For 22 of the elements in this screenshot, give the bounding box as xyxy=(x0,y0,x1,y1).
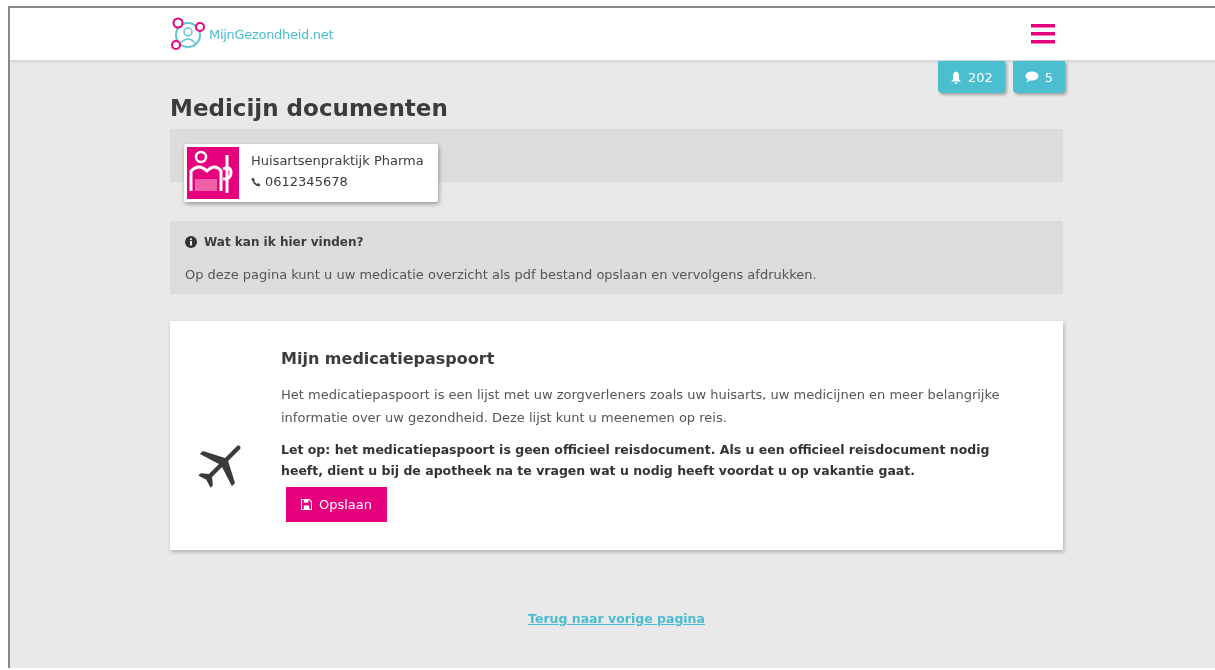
pharmacy-name: Huisartsenpraktijk Pharma xyxy=(251,153,424,168)
logo-text[interactable]: MijnGezondheid.net xyxy=(209,26,334,42)
phone-icon xyxy=(251,176,261,187)
info-text: Op deze pagina kunt u uw medicatie overzicht als pdf bestand opslaan en vervolgens afdrukken. xyxy=(185,267,818,282)
menu-icon[interactable] xyxy=(1031,24,1055,44)
save-button[interactable]: Opslaan xyxy=(286,487,388,522)
notification-badge[interactable]: 202 xyxy=(937,61,1005,93)
floppy-icon xyxy=(301,499,312,510)
logo-icon xyxy=(170,17,206,51)
info-heading: Wat kan ik hier vinden? xyxy=(204,235,364,249)
back-link[interactable]: Terug naar vorige pagina xyxy=(528,611,705,626)
pharmacy-card[interactable]: Huisartsenpraktijk Pharma 0612345678 xyxy=(184,144,438,202)
page-title: Medicijn documenten xyxy=(170,95,449,121)
info-icon xyxy=(185,236,197,248)
notification-badge[interactable]: 5 xyxy=(1012,61,1065,93)
chat-icon xyxy=(1024,71,1039,83)
warning-text: Let op: het medicatiepaspoort is geen officieel reisdocument. Als u een officieel reisdocument nodig heeft, dient u bij de apotheek na te vragen wat u nodig heeft voordat u op vakantie gaat. xyxy=(281,441,991,480)
passport-description: Het medicatiepaspoort is een lijst met uw zorgverleners zoals uw huisarts, uw medicijnen en meer belangrijke informatie over uw gezondheid. Deze lijst kunt u meenemen op reis. xyxy=(281,386,1001,427)
bell-icon xyxy=(949,70,962,84)
passport-heading: Mijn medicatiepaspoort xyxy=(281,349,496,368)
pharmacy-logo xyxy=(187,147,239,199)
phone-number: 0612345678 xyxy=(265,174,348,189)
